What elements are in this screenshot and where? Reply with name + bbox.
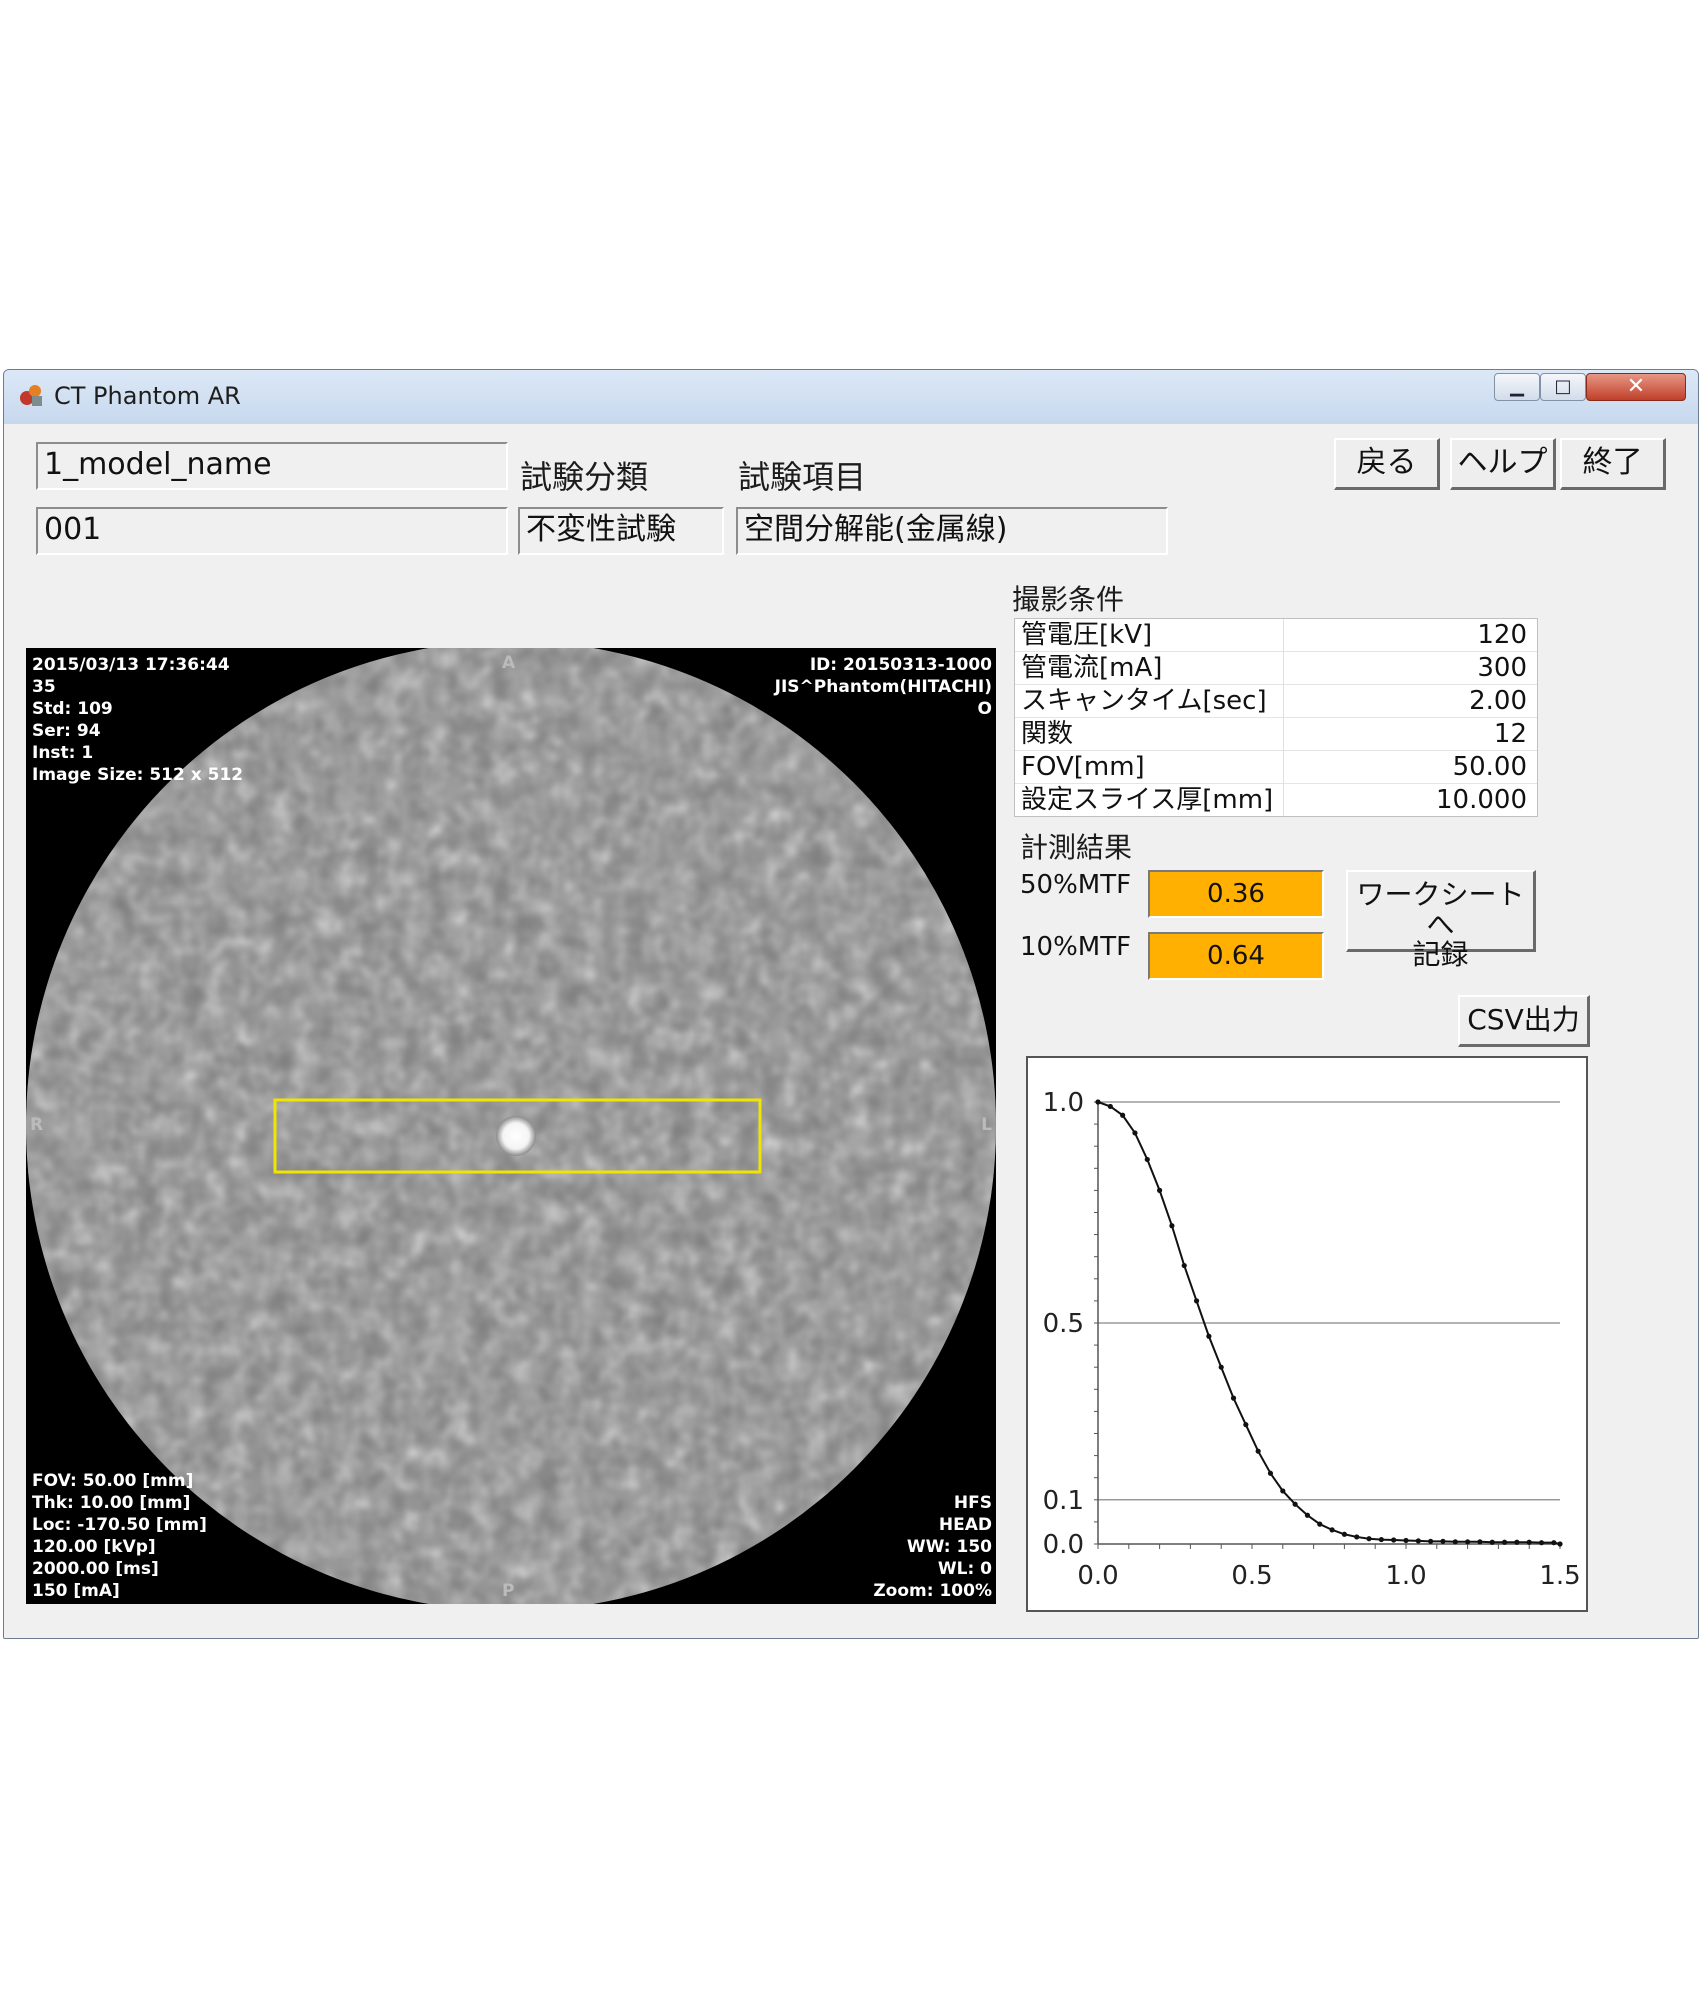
mtf-data-point <box>1181 1262 1187 1269</box>
mtf-data-point <box>1366 1536 1372 1542</box>
mtf-chart: 0.0 0.1 0.5 1.0 0.0 0.5 1.0 1.5 <box>1026 1056 1588 1612</box>
mtf10-label: 10%MTF <box>1020 932 1132 962</box>
help-button[interactable]: ヘルプ <box>1450 438 1556 490</box>
mtf-data-point <box>1403 1537 1409 1544</box>
back-button[interactable]: 戻る <box>1334 438 1440 490</box>
mtf-data-point <box>1243 1422 1249 1428</box>
mtf-data-point <box>1538 1540 1545 1546</box>
mtf-data-point <box>1206 1333 1212 1339</box>
x-tick-label: 1.0 <box>1385 1561 1426 1591</box>
ct-info-bottom-right: HFS HEAD WW: 150 WL: 0 Zoom: 100% <box>873 1493 992 1601</box>
item-field[interactable]: 空間分解能(金属線) <box>736 507 1168 555</box>
mtf-data-point <box>1169 1223 1175 1229</box>
orientation-bottom: P <box>502 1581 515 1601</box>
category-field[interactable]: 不変性試験 <box>518 507 724 555</box>
mtf-data-point <box>1157 1187 1163 1193</box>
table-row: FOV[mm] 50.00 <box>1015 751 1537 784</box>
minimize-button[interactable]: ▁ <box>1494 373 1540 401</box>
mtf-data-point <box>1255 1448 1261 1454</box>
y-tick-label: 0.0 <box>1043 1530 1084 1560</box>
window-title: CT Phantom AR <box>54 382 241 410</box>
ct-info-top-right: ID: 20150313-1000 JIS^Phantom(HITACHI) O <box>774 655 992 719</box>
y-tick-label: 1.0 <box>1043 1088 1084 1118</box>
ct-image-viewer[interactable]: 2015/03/13 17:36:44 35 Std: 109 Ser: 94 In… <box>26 648 996 1604</box>
record-worksheet-button[interactable]: ワークシートへ 記録 <box>1346 870 1536 970</box>
mtf-data-point <box>1107 1103 1113 1110</box>
mtf-data-point <box>1218 1364 1224 1370</box>
orientation-left: R <box>30 1115 44 1135</box>
mtf-data-point <box>1557 1541 1563 1547</box>
mtf-data-point <box>1501 1539 1508 1545</box>
ct-scan-image <box>26 648 996 1604</box>
mtf-data-point <box>1428 1538 1434 1544</box>
table-row: 管電流[mA] 300 <box>1015 652 1537 685</box>
orientation-top: A <box>502 653 516 673</box>
conditions-table: 管電圧[kV] 120 管電流[mA] 300 スキャンタイム[sec] 2.0… <box>1014 618 1538 817</box>
x-tick-label: 0.5 <box>1231 1561 1272 1591</box>
mtf-data-point <box>1193 1298 1200 1304</box>
maximize-button[interactable]: □ <box>1540 373 1586 401</box>
maximize-icon: □ <box>1554 376 1572 397</box>
mtf-data-point <box>1477 1539 1483 1545</box>
x-tick-label: 1.5 <box>1539 1561 1580 1591</box>
category-label: 試験分類 <box>520 458 649 496</box>
mtf-data-point <box>1095 1099 1101 1105</box>
mtf-data-point <box>1452 1539 1458 1545</box>
conditions-title: 撮影条件 <box>1012 583 1125 616</box>
mtf50-value: 0.36 <box>1148 870 1324 918</box>
results-title: 計測結果 <box>1020 831 1133 864</box>
title-bar[interactable]: CT Phantom AR ▁ □ ✕ <box>4 370 1698 424</box>
mtf-data-point <box>1341 1531 1347 1537</box>
mtf-chart-svg: 0.0 0.1 0.5 1.0 0.0 0.5 1.0 1.5 <box>1043 1088 1581 1591</box>
mtf-data-point <box>1144 1156 1150 1163</box>
mtf-data-point <box>1526 1539 1532 1545</box>
close-button[interactable]: ✕ <box>1586 373 1686 401</box>
mtf-data-point <box>1391 1537 1397 1543</box>
ct-info-bottom-left: FOV: 50.00 [mm] Thk: 10.00 [mm] Loc: -170… <box>32 1471 207 1601</box>
close-icon: ✕ <box>1626 374 1646 399</box>
table-row: スキャンタイム[sec] 2.00 <box>1015 685 1537 718</box>
orientation-right: L <box>981 1115 992 1135</box>
mtf-data-point <box>1267 1470 1274 1476</box>
mtf-data-point <box>1489 1539 1495 1545</box>
y-tick-label: 0.1 <box>1043 1486 1084 1516</box>
ct-info-top-left: 2015/03/13 17:36:44 35 Std: 109 Ser: 94 In… <box>32 655 244 785</box>
model-name-field[interactable]: 1_model_name <box>36 442 508 490</box>
csv-export-button[interactable]: CSV出力 <box>1458 995 1590 1047</box>
minimize-icon: ▁ <box>1510 376 1524 397</box>
item-label: 試験項目 <box>738 458 867 496</box>
table-row: 管電圧[kV] 120 <box>1015 619 1537 652</box>
mtf-data-point <box>1514 1539 1520 1545</box>
mtf-data-point <box>1230 1395 1237 1401</box>
mtf10-value: 0.64 <box>1148 932 1324 980</box>
app-icon <box>20 385 42 406</box>
x-tick-label: 0.0 <box>1077 1561 1118 1591</box>
mtf-data-point <box>1132 1130 1138 1136</box>
app-window: CT Phantom AR ▁ □ ✕ 1_model_name 001 試験分… <box>3 369 1699 1639</box>
mtf-data-point <box>1120 1112 1126 1118</box>
mtf-data-point <box>1354 1534 1360 1540</box>
mtf-data-point <box>1292 1501 1298 1507</box>
mtf-data-point <box>1304 1512 1311 1518</box>
mtf-data-point <box>1329 1527 1335 1533</box>
model-id-field[interactable]: 001 <box>36 507 508 555</box>
mtf-data-point <box>1415 1538 1421 1544</box>
mtf-data-point <box>1465 1539 1471 1545</box>
mtf-data-point <box>1378 1536 1384 1543</box>
mtf-data-point <box>1440 1538 1446 1544</box>
mtf-data-point <box>1317 1521 1323 1527</box>
mtf50-label: 50%MTF <box>1020 870 1132 900</box>
table-row: 設定スライス厚[mm] 10.000 <box>1021 784 1527 816</box>
metal-wire-point <box>496 1116 536 1156</box>
y-tick-label: 0.5 <box>1043 1309 1084 1339</box>
exit-button[interactable]: 終了 <box>1560 438 1666 490</box>
table-row: 関数 12 <box>1015 718 1537 751</box>
mtf-data-point <box>1551 1540 1557 1546</box>
mtf-data-point <box>1280 1488 1286 1494</box>
